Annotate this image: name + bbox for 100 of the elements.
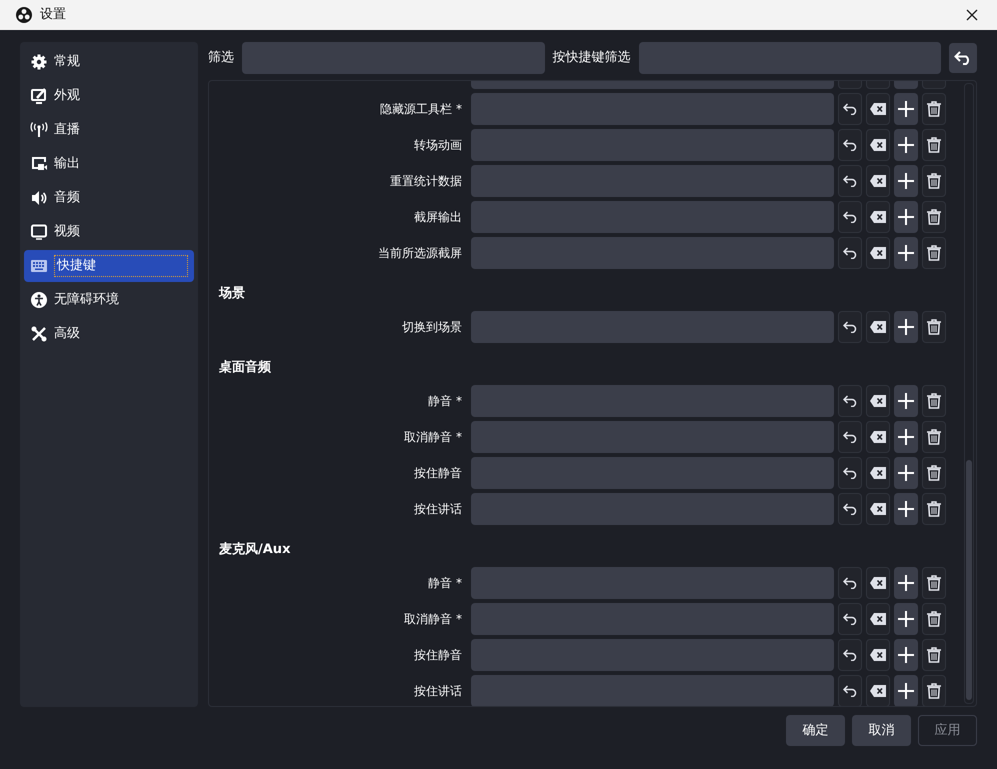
clear-button[interactable] — [866, 129, 890, 161]
scrollbar-thumb[interactable] — [966, 460, 972, 700]
delete-button[interactable] — [922, 385, 946, 417]
reset-button[interactable] — [949, 43, 977, 73]
hotkey-input[interactable] — [471, 237, 834, 269]
hotkey-label: 按住讲话 — [413, 501, 463, 518]
add-button[interactable] — [894, 675, 918, 706]
add-button[interactable] — [894, 567, 918, 599]
undo-button[interactable] — [838, 311, 862, 343]
add-button[interactable] — [894, 237, 918, 269]
undo-icon — [843, 649, 857, 661]
delete-button[interactable] — [922, 165, 946, 197]
undo-button[interactable] — [838, 93, 862, 125]
delete-button[interactable] — [922, 201, 946, 233]
add-button[interactable] — [894, 457, 918, 489]
clear-button[interactable] — [866, 201, 890, 233]
hotkey-input[interactable] — [471, 603, 834, 635]
hotkey-input[interactable] — [471, 129, 834, 161]
clear-button[interactable] — [866, 311, 890, 343]
backspace-icon — [870, 577, 886, 589]
filter-input[interactable] — [242, 42, 544, 74]
delete-button[interactable] — [922, 421, 946, 453]
delete-button[interactable] — [922, 675, 946, 706]
undo-button[interactable] — [838, 639, 862, 671]
add-button[interactable] — [894, 603, 918, 635]
clear-button[interactable] — [866, 639, 890, 671]
trash-icon — [927, 575, 941, 591]
delete-button[interactable] — [922, 93, 946, 125]
undo-button[interactable] — [838, 493, 862, 525]
add-button[interactable] — [894, 421, 918, 453]
backspace-icon — [870, 211, 886, 223]
undo-button[interactable] — [838, 603, 862, 635]
antenna-icon — [30, 122, 48, 138]
hotkey-input[interactable] — [471, 675, 834, 706]
add-button[interactable] — [894, 129, 918, 161]
hotkey-input[interactable] — [471, 93, 834, 125]
filter-input[interactable] — [638, 42, 941, 74]
sidebar-item[interactable]: 外观 — [24, 80, 194, 112]
clear-button[interactable] — [866, 457, 890, 489]
hotkey-input[interactable] — [471, 567, 834, 599]
clear-button[interactable] — [866, 421, 890, 453]
add-button[interactable] — [894, 311, 918, 343]
backspace-icon — [870, 649, 886, 661]
delete-button[interactable] — [922, 129, 946, 161]
undo-button[interactable] — [838, 129, 862, 161]
plus-icon — [898, 173, 914, 189]
delete-button[interactable] — [922, 237, 946, 269]
undo-button[interactable] — [838, 567, 862, 599]
clear-button[interactable] — [866, 165, 890, 197]
undo-button[interactable] — [838, 457, 862, 489]
clear-button[interactable] — [866, 93, 890, 125]
sidebar-item[interactable]: 输出 — [24, 148, 194, 180]
hotkey-input[interactable] — [471, 201, 834, 233]
add-button[interactable] — [894, 93, 918, 125]
plus-icon — [898, 683, 914, 699]
sidebar-item[interactable]: 常规 — [24, 46, 194, 78]
undo-button[interactable] — [838, 237, 862, 269]
undo-icon — [843, 685, 857, 697]
hotkey-input[interactable] — [471, 165, 834, 197]
hotkey-input[interactable] — [471, 311, 834, 343]
hotkey-input[interactable] — [471, 421, 834, 453]
hotkey-input[interactable] — [471, 457, 834, 489]
add-button[interactable] — [894, 201, 918, 233]
clear-button[interactable] — [866, 567, 890, 599]
add-button[interactable] — [894, 493, 918, 525]
sidebar-item[interactable]: 直播 — [24, 114, 194, 146]
sidebar-item[interactable]: 视频 — [24, 216, 194, 248]
clear-button[interactable] — [866, 385, 890, 417]
plus-icon — [898, 501, 914, 517]
add-button[interactable] — [894, 165, 918, 197]
undo-button[interactable] — [838, 421, 862, 453]
dialog-button[interactable]: 确定 — [786, 715, 845, 746]
delete-button[interactable] — [922, 603, 946, 635]
hotkey-input[interactable] — [471, 493, 834, 525]
sidebar-item[interactable]: 无障碍环境 — [24, 284, 194, 316]
undo-button[interactable] — [838, 201, 862, 233]
clear-button[interactable] — [866, 493, 890, 525]
clear-button[interactable] — [866, 675, 890, 706]
delete-button[interactable] — [922, 567, 946, 599]
hotkey-input[interactable] — [471, 385, 834, 417]
delete-button[interactable] — [922, 311, 946, 343]
undo-button[interactable] — [838, 385, 862, 417]
undo-button[interactable] — [838, 675, 862, 706]
add-button[interactable] — [894, 639, 918, 671]
hotkey-label: 转场动画 — [413, 137, 463, 154]
add-button[interactable] — [894, 385, 918, 417]
delete-button[interactable] — [922, 639, 946, 671]
undo-button[interactable] — [838, 165, 862, 197]
hotkey-input[interactable] — [471, 639, 834, 671]
clear-button[interactable] — [866, 603, 890, 635]
scrollbar-track[interactable] — [964, 83, 974, 704]
delete-button[interactable] — [922, 493, 946, 525]
close-icon[interactable] — [966, 9, 978, 21]
trash-icon — [927, 173, 941, 189]
sidebar-item[interactable]: 高级 — [24, 318, 194, 350]
sidebar-item[interactable]: 音频 — [24, 182, 194, 214]
delete-button[interactable] — [922, 457, 946, 489]
sidebar-item[interactable]: 快捷键 — [24, 250, 194, 282]
clear-button[interactable] — [866, 237, 890, 269]
dialog-button[interactable]: 取消 — [852, 715, 911, 746]
